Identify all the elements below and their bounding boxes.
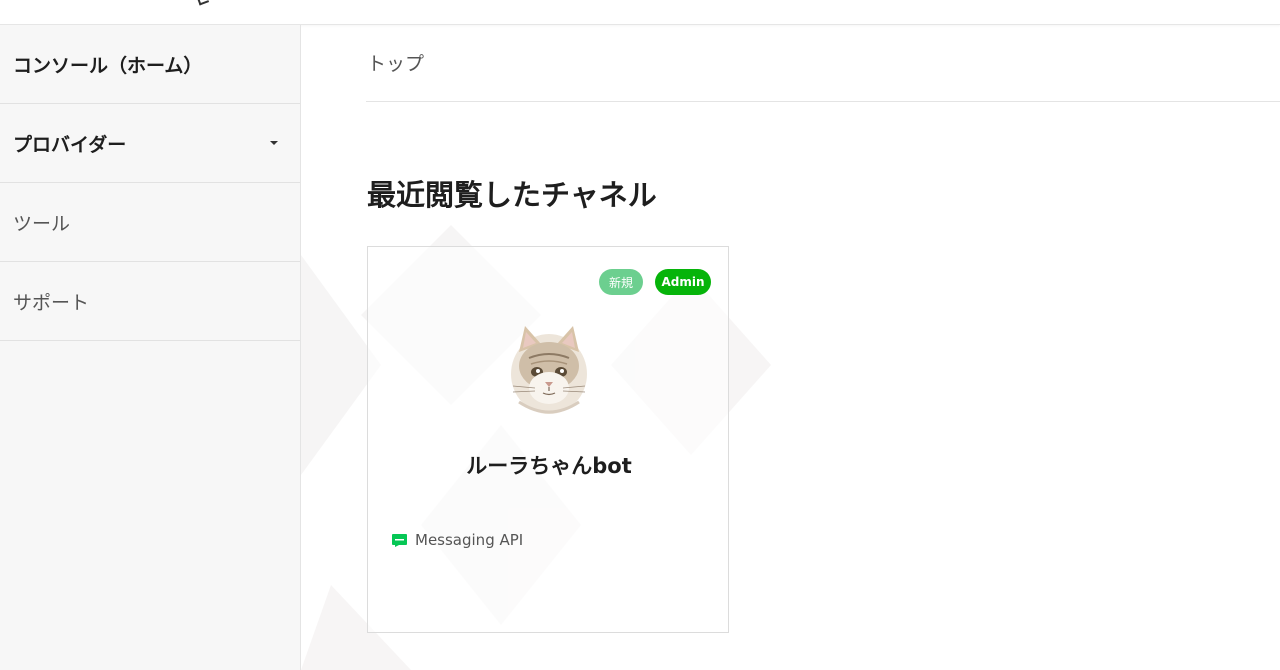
cat-avatar-icon (511, 326, 587, 414)
channel-type-label: Messaging API (415, 531, 524, 549)
messaging-api-icon (392, 533, 407, 547)
top-header (0, 0, 1280, 25)
channel-name: ルーラちゃんbot (466, 454, 632, 478)
sidebar-item-label: プロバイダー (13, 133, 127, 156)
sidebar-item-console-home[interactable]: コンソール（ホーム） (0, 25, 300, 104)
channel-type: Messaging API (392, 531, 523, 549)
channel-card[interactable]: 新規 Admin ルーラちゃんbot Messaging API (367, 246, 729, 633)
breadcrumb[interactable]: トップ (367, 49, 424, 76)
sidebar-item-label: ツール (13, 212, 71, 235)
sidebar-item-tools[interactable]: ツール (0, 183, 300, 262)
main-content: トップ 最近閲覧したチャネル 新規 Admin ルーラちゃんbot Messag… (301, 25, 1280, 670)
sidebar-item-support[interactable]: サポート (0, 262, 300, 341)
new-badge: 新規 (599, 269, 643, 295)
admin-badge: Admin (655, 269, 711, 295)
sidebar-item-label: サポート (13, 291, 90, 314)
sidebar: コンソール（ホーム） プロバイダー ツール サポート (0, 25, 301, 670)
breadcrumb-divider (366, 101, 1280, 102)
section-title: 最近閲覧したチャネル (367, 178, 657, 212)
sidebar-item-label: コンソール（ホーム） (13, 54, 203, 77)
sidebar-item-provider[interactable]: プロバイダー (0, 104, 300, 183)
logo-fragment-icon (196, 0, 210, 6)
caret-down-icon (270, 141, 278, 145)
